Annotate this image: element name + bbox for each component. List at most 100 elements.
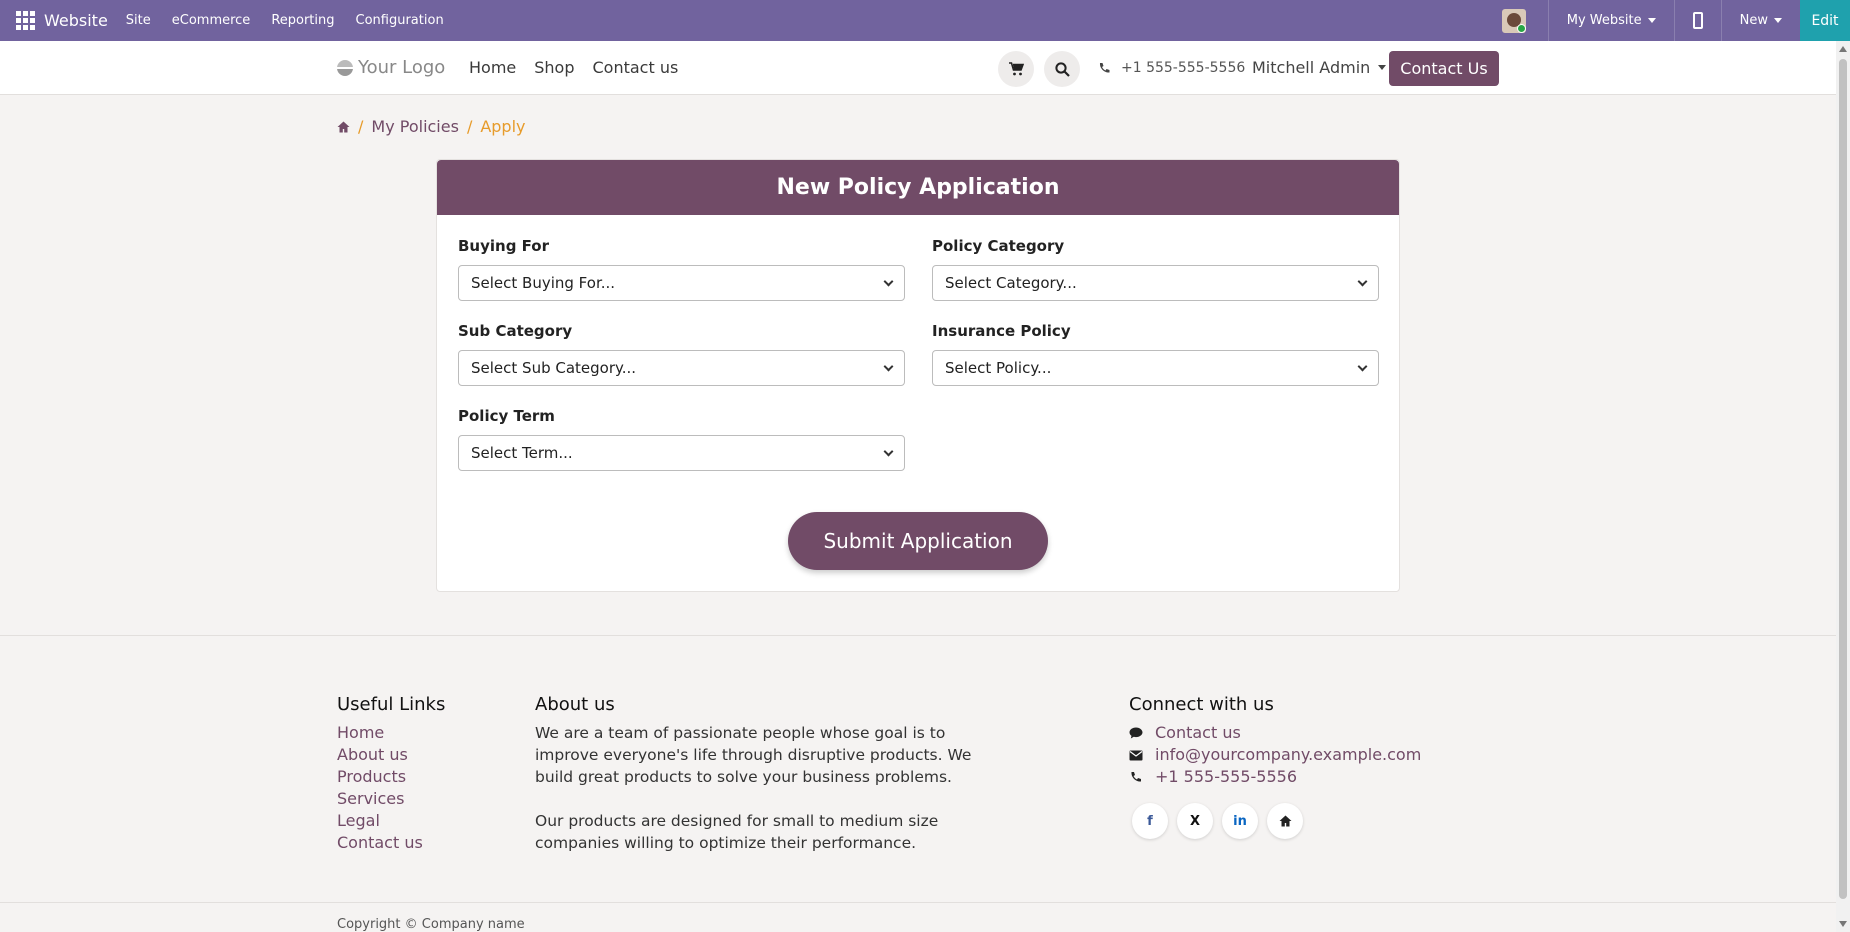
- policy-term-label: Policy Term: [458, 407, 555, 425]
- linkedin-icon[interactable]: in: [1222, 803, 1258, 839]
- phone-icon: [1099, 62, 1110, 73]
- page-scrollbar[interactable]: [1836, 41, 1850, 932]
- sub-category-value: Select Sub Category...: [471, 359, 637, 377]
- policy-term-field: Policy Term Select Term...: [458, 407, 905, 471]
- user-avatar[interactable]: [1501, 8, 1526, 33]
- admin-menu-ecommerce[interactable]: eCommerce: [172, 13, 251, 28]
- policy-category-label: Policy Category: [932, 237, 1065, 255]
- home-icon[interactable]: [337, 121, 350, 133]
- footer-link-products[interactable]: Products: [337, 766, 423, 788]
- admin-menu-site[interactable]: Site: [126, 13, 151, 28]
- admin-menu-reporting[interactable]: Reporting: [271, 13, 334, 28]
- chevron-down-icon: [883, 361, 894, 371]
- buying-for-label: Buying For: [458, 237, 550, 255]
- buying-for-field: Buying For Select Buying For...: [458, 237, 905, 301]
- new-content-button[interactable]: New: [1722, 13, 1800, 28]
- policy-category-select[interactable]: Select Category...: [932, 265, 1379, 301]
- breadcrumb-my-policies[interactable]: My Policies: [371, 117, 459, 136]
- caret-down-icon: [1378, 65, 1387, 70]
- insurance-policy-field: Insurance Policy Select Policy...: [932, 322, 1379, 386]
- sub-category-select[interactable]: Select Sub Category...: [458, 350, 905, 386]
- online-status-icon: [1516, 23, 1526, 33]
- policy-category-field: Policy Category Select Category...: [932, 237, 1379, 301]
- footer-link-about-us[interactable]: About us: [337, 744, 423, 766]
- header-phone[interactable]: +1 555-555-5556: [1098, 60, 1245, 76]
- scroll-down-icon[interactable]: [1839, 921, 1847, 927]
- breadcrumb-active: Apply: [480, 117, 526, 136]
- nav-home[interactable]: Home: [469, 58, 516, 77]
- nav-shop[interactable]: Shop: [534, 58, 574, 77]
- connect-email-row[interactable]: info@yourcompany.example.com: [1129, 744, 1421, 766]
- footer-link-legal[interactable]: Legal: [337, 810, 423, 832]
- sub-category-field: Sub Category Select Sub Category...: [458, 322, 905, 386]
- scroll-up-icon[interactable]: [1839, 46, 1847, 52]
- chevron-down-icon: [883, 446, 894, 456]
- footer-link-contact-us[interactable]: Contact us: [337, 832, 423, 854]
- site-header: Your Logo Home Shop Contact us +1 555-55…: [0, 41, 1836, 95]
- admin-menu-configuration[interactable]: Configuration: [356, 13, 444, 28]
- admin-brand[interactable]: Website: [44, 11, 108, 30]
- new-content-label: New: [1739, 13, 1768, 28]
- policy-term-select[interactable]: Select Term...: [458, 435, 905, 471]
- contact-us-button[interactable]: Contact Us: [1389, 51, 1499, 86]
- about-us-title: About us: [535, 694, 615, 715]
- edit-button[interactable]: Edit: [1800, 0, 1850, 41]
- site-logo[interactable]: Your Logo: [337, 57, 445, 78]
- header-phone-number: +1 555-555-5556: [1121, 60, 1246, 76]
- social-links: f X in: [1132, 803, 1303, 839]
- caret-down-icon: [1647, 18, 1656, 23]
- website-selector-label: My Website: [1566, 13, 1642, 28]
- apps-menu-icon[interactable]: [14, 10, 36, 32]
- chevron-down-icon: [1357, 361, 1368, 371]
- admin-bar: Website Site eCommerce Reporting Configu…: [0, 0, 1850, 41]
- footer-bottom-divider: [0, 902, 1836, 903]
- logo-text: Your Logo: [358, 57, 446, 78]
- policy-application-card: New Policy Application Buying For Select…: [436, 159, 1400, 592]
- policy-category-value: Select Category...: [945, 274, 1077, 292]
- envelope-icon: [1129, 750, 1143, 760]
- chevron-down-icon: [1357, 276, 1368, 286]
- chevron-down-icon: [883, 276, 894, 286]
- useful-links-title: Useful Links: [337, 694, 446, 715]
- connect-contact-label: Contact us: [1155, 723, 1241, 742]
- website-selector[interactable]: My Website: [1549, 13, 1674, 28]
- connect-email-label: info@yourcompany.example.com: [1155, 745, 1422, 764]
- policy-term-value: Select Term...: [471, 444, 573, 462]
- footer-link-services[interactable]: Services: [337, 788, 423, 810]
- main-nav: Home Shop Contact us: [469, 58, 678, 77]
- connect-list: Contact us info@yourcompany.example.com …: [1129, 722, 1421, 788]
- insurance-policy-label: Insurance Policy: [932, 322, 1071, 340]
- home-icon[interactable]: [1267, 803, 1303, 839]
- search-icon: [1054, 61, 1070, 77]
- connect-phone-row[interactable]: +1 555-555-5556: [1129, 766, 1421, 788]
- buying-for-value: Select Buying For...: [471, 274, 616, 292]
- search-button[interactable]: [1044, 51, 1080, 87]
- buying-for-select[interactable]: Select Buying For...: [458, 265, 905, 301]
- connect-title: Connect with us: [1129, 694, 1274, 715]
- cart-icon: [1008, 62, 1024, 76]
- form-title: New Policy Application: [437, 160, 1399, 215]
- insurance-policy-value: Select Policy...: [945, 359, 1052, 377]
- about-paragraph-1: We are a team of passionate people whose…: [535, 724, 972, 786]
- logo-mark-icon: [337, 59, 353, 76]
- mobile-preview-button[interactable]: [1675, 12, 1721, 29]
- user-menu[interactable]: Mitchell Admin: [1252, 58, 1387, 77]
- footer-divider: [0, 635, 1836, 636]
- caret-down-icon: [1774, 18, 1782, 23]
- cart-button[interactable]: [998, 51, 1034, 87]
- sub-category-label: Sub Category: [458, 322, 573, 340]
- x-twitter-icon[interactable]: X: [1177, 803, 1213, 839]
- submit-application-button[interactable]: Submit Application: [788, 512, 1048, 570]
- facebook-icon[interactable]: f: [1132, 803, 1168, 839]
- insurance-policy-select[interactable]: Select Policy...: [932, 350, 1379, 386]
- about-paragraph-2: Our products are designed for small to m…: [535, 812, 939, 852]
- user-name: Mitchell Admin: [1252, 58, 1371, 77]
- nav-contact-us[interactable]: Contact us: [593, 58, 679, 77]
- copyright-text: Copyright © Company name: [337, 917, 525, 932]
- useful-links-list: Home About us Products Services Legal Co…: [337, 722, 423, 854]
- footer-link-home[interactable]: Home: [337, 722, 423, 744]
- scrollbar-thumb[interactable]: [1839, 59, 1847, 899]
- comment-icon: [1129, 727, 1143, 739]
- connect-phone-label: +1 555-555-5556: [1155, 767, 1298, 786]
- connect-contact-row[interactable]: Contact us: [1129, 722, 1421, 744]
